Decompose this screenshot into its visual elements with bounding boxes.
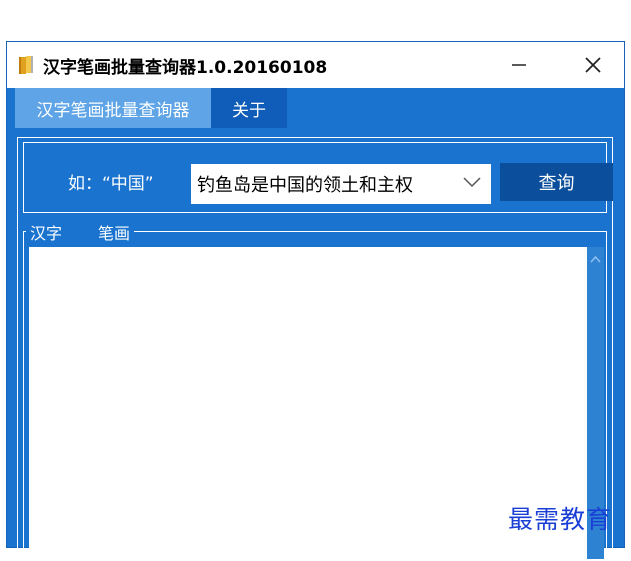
results-column-headers: 汉字 笔画 xyxy=(26,220,135,243)
chevron-up-icon[interactable] xyxy=(590,255,601,263)
query-button[interactable]: 查询 xyxy=(500,163,613,201)
close-button[interactable] xyxy=(570,42,616,88)
tab-about[interactable]: 关于 xyxy=(211,88,287,128)
book-icon xyxy=(17,54,35,76)
example-hint-label: 如：“中国” xyxy=(68,174,154,194)
column-header-character: 汉字 xyxy=(30,224,63,243)
close-icon xyxy=(585,57,601,73)
tab-bar: 汉字笔画批量查询器 关于 xyxy=(15,88,287,128)
column-header-strokes: 笔画 xyxy=(98,224,131,243)
tab-stroke-query[interactable]: 汉字笔画批量查询器 xyxy=(15,88,211,128)
text-input-combobox[interactable]: 钓鱼岛是中国的领土和主权 xyxy=(191,164,491,204)
main-panel: 如：“中国” 钓鱼岛是中国的领土和主权 查询 汉字 笔画 xyxy=(17,137,613,561)
minimize-button[interactable] xyxy=(496,42,542,88)
watermark-text: 最需教育 xyxy=(508,505,613,534)
app-window: 汉字笔画批量查询器1.0.20160108 汉字笔画批量查询器 关于 如：“中国… xyxy=(6,41,625,561)
minimize-icon xyxy=(512,64,526,66)
title-bar: 汉字笔画批量查询器1.0.20160108 xyxy=(7,42,624,88)
chevron-down-icon xyxy=(463,177,481,188)
combobox-value: 钓鱼岛是中国的领土和主权 xyxy=(197,175,413,196)
window-title: 汉字笔画批量查询器1.0.20160108 xyxy=(43,57,328,78)
results-list[interactable] xyxy=(29,247,587,559)
query-group: 如：“中国” 钓鱼岛是中国的领土和主权 查询 xyxy=(23,142,613,213)
